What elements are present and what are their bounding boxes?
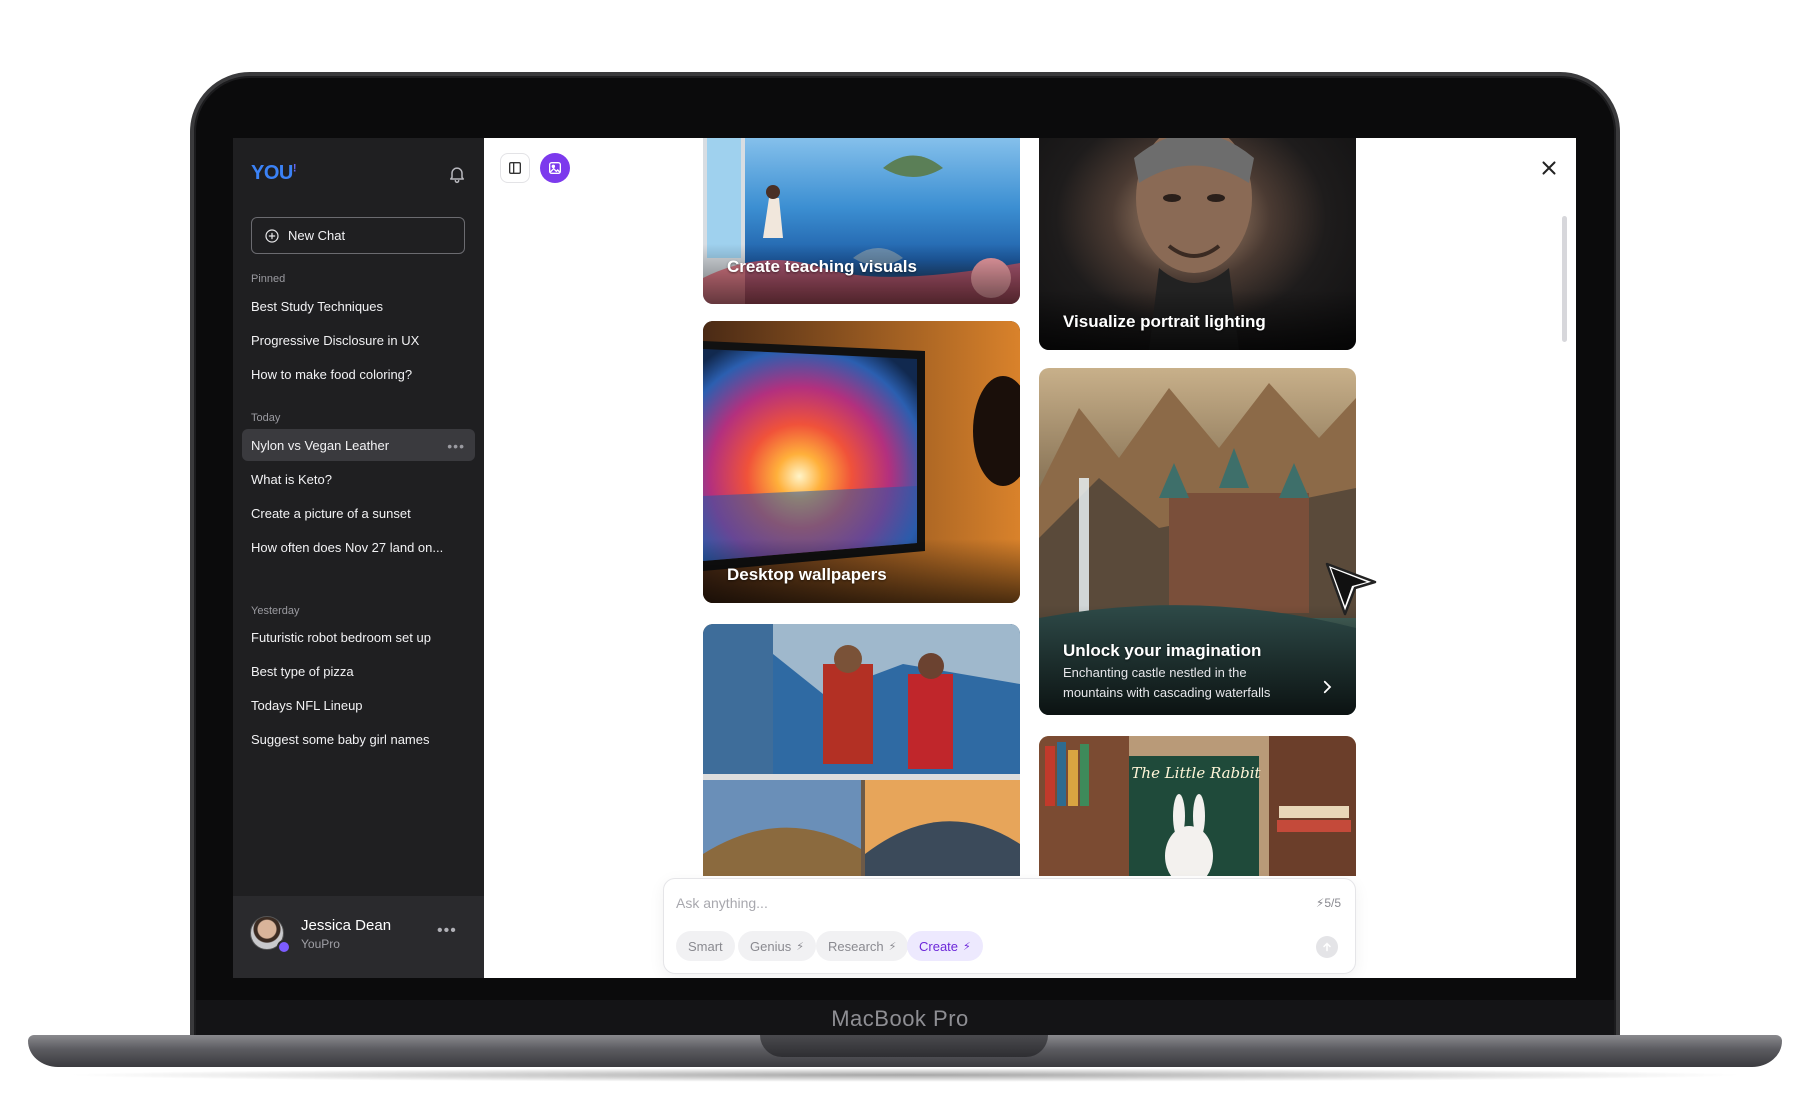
mode-label: Create — [919, 938, 959, 954]
card-title: Visualize portrait lighting — [1063, 312, 1266, 331]
more-options-icon[interactable]: ••• — [447, 438, 465, 454]
toggle-sidebar-button[interactable] — [500, 153, 530, 183]
credits-count: 5/5 — [1324, 896, 1341, 910]
sidebar-item-food-coloring[interactable]: How to make food coloring? — [242, 358, 475, 390]
image-mode-button[interactable] — [540, 153, 570, 183]
laptop-shadow — [60, 1068, 1750, 1082]
travel-illustration — [703, 624, 1020, 876]
bolt-icon: ⚡ — [796, 940, 804, 953]
mode-smart-button[interactable]: Smart — [676, 931, 735, 961]
credits-indicator: ⚡5/5 — [1316, 896, 1341, 910]
book-cover-text: The Little Rabbit — [1131, 764, 1261, 782]
ask-input[interactable] — [676, 893, 1216, 913]
mode-research-button[interactable]: Research ⚡ — [816, 931, 909, 961]
sidebar-item-nylon-vegan-leather[interactable]: Nylon vs Vegan Leather ••• — [242, 429, 475, 461]
mode-genius-button[interactable]: Genius ⚡ — [738, 931, 816, 961]
sidebar-item-baby-names[interactable]: Suggest some baby girl names — [242, 723, 475, 755]
sidebar: YOU! New Chat Pinned Best Study Techniqu… — [233, 138, 484, 978]
new-chat-button[interactable]: New Chat — [251, 217, 465, 254]
sidebar-panel-icon — [509, 162, 521, 174]
card-unlock-imagination[interactable]: Unlock your imagination Enchanting castl… — [1039, 368, 1356, 715]
user-more-icon[interactable]: ••• — [437, 922, 457, 940]
close-icon[interactable] — [1538, 157, 1560, 179]
image-icon — [549, 162, 561, 174]
pro-badge-icon — [277, 940, 291, 954]
user-profile[interactable]: Jessica Dean YouPro ••• — [233, 896, 484, 978]
screen: YOU! New Chat Pinned Best Study Techniqu… — [233, 138, 1576, 978]
plus-circle-icon — [265, 228, 279, 243]
card-desktop-wallpapers[interactable]: Desktop wallpapers — [703, 321, 1020, 603]
section-yesterday: Yesterday — [251, 605, 300, 617]
section-today: Today — [251, 412, 281, 424]
card-create-teaching-visuals[interactable]: Create teaching visuals — [703, 138, 1020, 304]
card-visualize-portrait-lighting[interactable]: Visualize portrait lighting — [1039, 138, 1356, 350]
bolt-icon: ⚡ — [963, 940, 971, 953]
sidebar-item-progressive-disclosure[interactable]: Progressive Disclosure in UX — [242, 324, 475, 356]
card-travel-collage[interactable] — [703, 624, 1020, 876]
chat-composer: ⚡5/5 Smart Genius ⚡ Research ⚡ Create ⚡ — [663, 878, 1356, 974]
card-title: Desktop wallpapers — [727, 565, 887, 584]
laptop-notch — [760, 1035, 1048, 1057]
sidebar-item-sunset-picture[interactable]: Create a picture of a sunset — [242, 497, 475, 529]
bolt-icon: ⚡ — [888, 940, 897, 953]
mode-create-button[interactable]: Create ⚡ — [907, 931, 983, 961]
sidebar-item-keto[interactable]: What is Keto? — [242, 463, 475, 495]
user-plan: YouPro — [301, 937, 340, 951]
card-title: Unlock your imagination — [1063, 641, 1262, 660]
sidebar-item-pizza[interactable]: Best type of pizza — [242, 655, 475, 687]
user-name: Jessica Dean — [301, 917, 392, 934]
mode-label: Genius — [750, 938, 792, 954]
arrow-up-icon — [1323, 942, 1331, 952]
card-title: Create teaching visuals — [727, 257, 917, 276]
new-chat-label: New Chat — [288, 228, 346, 243]
card-subtitle: Enchanting castle nestled in the mountai… — [1063, 665, 1271, 700]
mode-label: Smart — [688, 938, 723, 954]
mouse-cursor-icon — [1325, 562, 1377, 616]
chevron-right-icon[interactable] — [1318, 678, 1336, 696]
bookshelf-illustration — [1039, 736, 1356, 876]
sidebar-item-label: Nylon vs Vegan Leather — [251, 437, 390, 453]
you-logo[interactable]: YOU! — [251, 162, 297, 185]
sidebar-item-nfl-lineup[interactable]: Todays NFL Lineup — [242, 689, 475, 721]
send-button[interactable] — [1316, 936, 1338, 958]
section-pinned: Pinned — [251, 273, 286, 285]
sidebar-item-study-techniques[interactable]: Best Study Techniques — [242, 290, 475, 322]
sidebar-item-robot-bedroom[interactable]: Futuristic robot bedroom set up — [242, 621, 475, 653]
device-label: MacBook Pro — [831, 1006, 969, 1031]
sidebar-item-nov-27[interactable]: How often does Nov 27 land on... — [242, 531, 475, 563]
scrollbar[interactable] — [1562, 216, 1567, 342]
bell-icon[interactable] — [447, 164, 467, 184]
main-panel: Create teaching visuals Visualize portra… — [484, 138, 1576, 978]
card-book-cover[interactable]: The Little Rabbit — [1039, 736, 1356, 876]
mode-label: Research — [828, 938, 884, 954]
